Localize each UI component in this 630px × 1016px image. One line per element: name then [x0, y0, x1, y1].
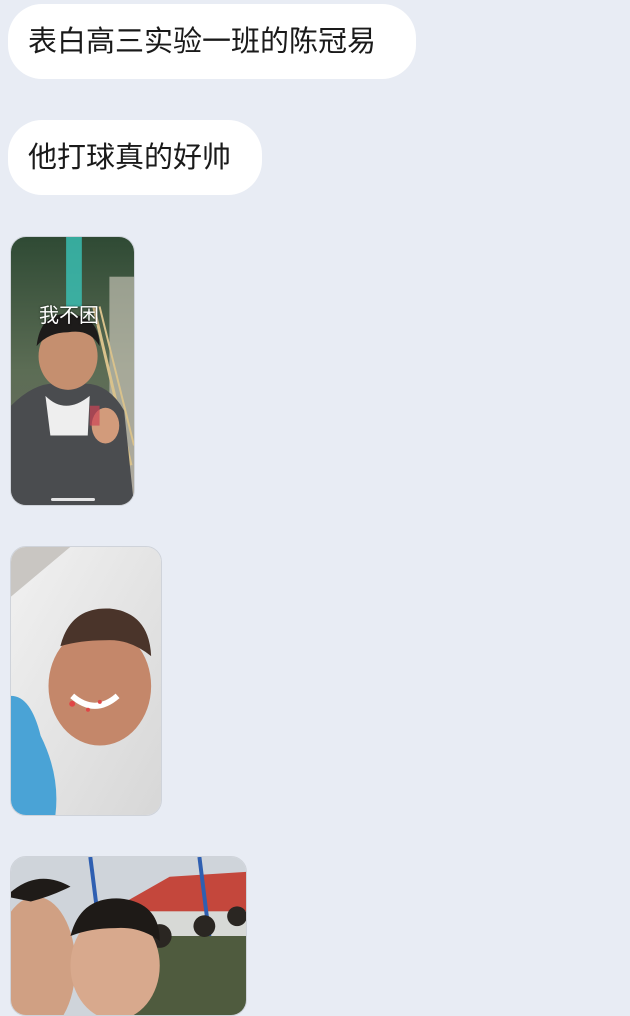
home-indicator [51, 498, 95, 501]
image-caption: 我不困 [39, 303, 99, 327]
message-text: 他打球真的好帅 [28, 140, 232, 174]
photo-group-boys-outdoor [11, 857, 246, 1015]
photo-selfie-boy-hoodie [11, 237, 134, 505]
image-message[interactable]: 我不困 [10, 236, 135, 506]
chat-view: 表白高三实验一班的陈冠易 他打球真的好帅 我不困 [0, 0, 630, 1016]
message-bubble[interactable]: 表白高三实验一班的陈冠易 [8, 4, 416, 79]
image-message[interactable] [10, 546, 162, 816]
message-text: 表白高三实验一班的陈冠易 [28, 24, 377, 58]
photo-selfie-boy-smiling [11, 547, 161, 815]
image-message[interactable] [10, 856, 247, 1016]
message-bubble[interactable]: 他打球真的好帅 [8, 120, 262, 195]
